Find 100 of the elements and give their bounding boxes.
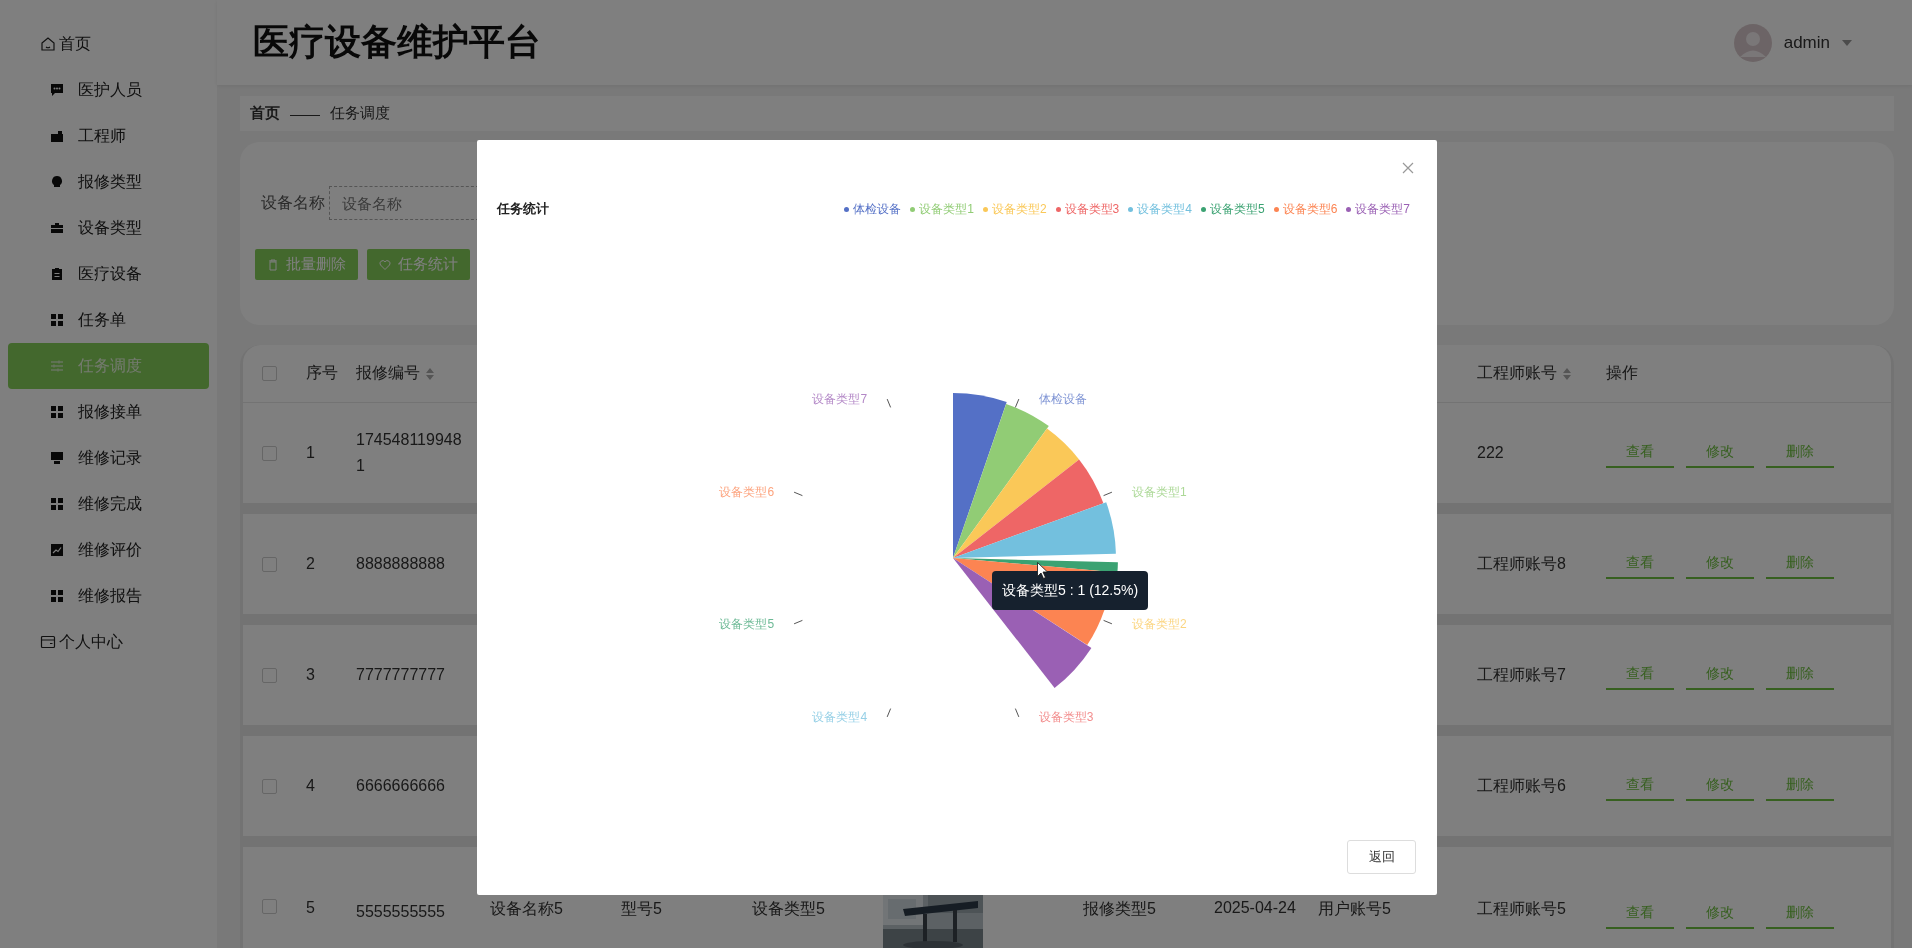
table-cell: 7777777777 — [356, 666, 445, 683]
slice-label: 设备类型5 — [719, 616, 775, 631]
table-cell: 6666666666 — [356, 777, 445, 794]
chart-icon — [50, 543, 64, 557]
breadcrumb-separator: —— — [290, 105, 320, 122]
sidebar-item[interactable]: 个人中心 — [0, 619, 217, 665]
row-checkbox[interactable] — [262, 778, 277, 794]
sidebar-item[interactable]: 维修记录 — [0, 435, 217, 481]
sliders-icon — [50, 359, 64, 373]
stats-button[interactable]: 任务统计 — [367, 249, 470, 280]
back-button[interactable]: 返回 — [1347, 840, 1416, 874]
chart-tooltip: 设备类型5 : 1 (12.5%) — [992, 571, 1149, 610]
table-cell: 用户账号5 — [1318, 900, 1391, 917]
delete-button[interactable]: 删除 — [1766, 771, 1834, 801]
briefcase-icon — [50, 221, 64, 235]
row-checkbox[interactable] — [262, 899, 277, 914]
column-header: 序号 — [306, 363, 338, 383]
leader-line — [1103, 619, 1113, 625]
sidebar-item[interactable]: 工程师 — [0, 113, 217, 159]
table-cell: 设备类型5 — [752, 900, 825, 917]
legend-item[interactable]: 体检设备 — [844, 200, 902, 218]
sidebar-item[interactable]: 首页 — [0, 21, 217, 67]
delete-button[interactable]: 删除 — [1766, 549, 1834, 579]
slice-label: 体检设备 — [1038, 392, 1087, 407]
bulb-icon — [50, 175, 64, 189]
clipboard-icon — [50, 267, 64, 281]
sidebar-item[interactable]: 报修类型 — [0, 159, 217, 205]
sidebar-item[interactable]: 任务调度 — [8, 343, 209, 389]
close-icon[interactable] — [1402, 162, 1414, 174]
delete-button[interactable]: 删除 — [1766, 899, 1834, 929]
leader-line — [1103, 491, 1113, 497]
caret-icon[interactable] — [1842, 39, 1852, 46]
user-name[interactable]: admin — [1783, 32, 1830, 53]
cursor-icon — [1037, 562, 1048, 579]
slice-label: 设备类型3 — [1038, 709, 1094, 724]
delete-button[interactable]: 删除 — [1766, 660, 1834, 690]
sidebar-item[interactable]: 维修报告 — [0, 573, 217, 619]
breadcrumb-link[interactable]: 首页 — [250, 104, 280, 123]
legend-item[interactable]: 设备类型1 — [910, 200, 974, 218]
grid-icon — [50, 589, 64, 603]
leader-line — [1014, 398, 1020, 408]
slice-label: 设备类型7 — [812, 392, 868, 407]
edit-button[interactable]: 修改 — [1686, 660, 1754, 690]
row-checkbox[interactable] — [262, 556, 277, 572]
view-button[interactable]: 查看 — [1606, 549, 1674, 579]
grid-icon — [50, 405, 64, 419]
legend-item[interactable]: 设备类型5 — [1200, 200, 1265, 218]
edit-button[interactable]: 修改 — [1686, 771, 1754, 801]
app-title: 医疗设备维护平台 — [253, 20, 541, 64]
card-icon — [40, 634, 56, 650]
sidebar-item[interactable]: 维修完成 — [0, 481, 217, 527]
sidebar-item[interactable]: 设备类型 — [0, 205, 217, 251]
table-cell: 工程师账号6 — [1477, 776, 1566, 794]
sidebar-item[interactable]: 医疗设备 — [0, 251, 217, 297]
sidebar-item[interactable]: 医护人员 — [0, 67, 217, 113]
sort-icon[interactable] — [1563, 367, 1571, 380]
batch-delete-button[interactable]: 批量删除 — [255, 249, 358, 280]
monitor-icon — [50, 451, 64, 465]
view-button[interactable]: 查看 — [1606, 899, 1674, 929]
select-all-checkbox[interactable] — [262, 366, 277, 381]
trash-icon — [267, 258, 279, 271]
edit-button[interactable]: 修改 — [1686, 549, 1754, 579]
legend-item[interactable]: 设备类型2 — [982, 200, 1047, 218]
field-label: 设备名称 — [261, 192, 325, 213]
table-cell: 1745481199481 — [356, 431, 462, 474]
sidebar-item[interactable]: 维修评价 — [0, 527, 217, 573]
legend-item[interactable]: 设备类型3 — [1055, 200, 1120, 218]
table-cell: 设备名称5 — [490, 900, 563, 917]
sort-icon[interactable] — [426, 367, 434, 380]
legend-item[interactable]: 设备类型4 — [1128, 200, 1192, 218]
heart-icon — [379, 258, 391, 271]
legend-item[interactable]: 设备类型6 — [1273, 200, 1338, 218]
table-cell: 工程师账号7 — [1477, 665, 1566, 683]
row-checkbox[interactable] — [262, 667, 277, 683]
sidebar-item[interactable]: 任务单 — [0, 297, 217, 343]
avatar[interactable] — [1733, 23, 1772, 62]
row-checkbox[interactable] — [262, 445, 277, 461]
table-cell: 型号5 — [621, 900, 662, 917]
view-button[interactable]: 查看 — [1606, 660, 1674, 690]
search-field[interactable]: 设备名称 — [329, 186, 479, 220]
table-cell: 3 — [306, 666, 315, 683]
view-button[interactable]: 查看 — [1606, 438, 1674, 468]
table-cell: 2025-04-24 — [1214, 899, 1296, 916]
view-button[interactable]: 查看 — [1606, 771, 1674, 801]
table-cell: 1 — [306, 444, 315, 461]
grid-icon — [50, 313, 64, 327]
table-cell: 工程师账号8 — [1477, 554, 1566, 572]
slice-label: 设备类型1 — [1131, 485, 1187, 500]
slice-label: 设备类型2 — [1131, 616, 1187, 631]
wallet-icon — [50, 129, 64, 143]
table-cell: 5555555555 — [356, 903, 445, 920]
edit-button[interactable]: 修改 — [1686, 899, 1754, 929]
edit-button[interactable]: 修改 — [1686, 438, 1754, 468]
sidebar-item[interactable]: 报修接单 — [0, 389, 217, 435]
column-header: 报修编号 — [356, 363, 420, 383]
grid-icon — [50, 497, 64, 511]
table-cell: 4 — [306, 777, 315, 794]
leader-line — [886, 398, 892, 408]
delete-button[interactable]: 删除 — [1766, 438, 1834, 468]
legend-item[interactable]: 设备类型7 — [1346, 200, 1410, 218]
